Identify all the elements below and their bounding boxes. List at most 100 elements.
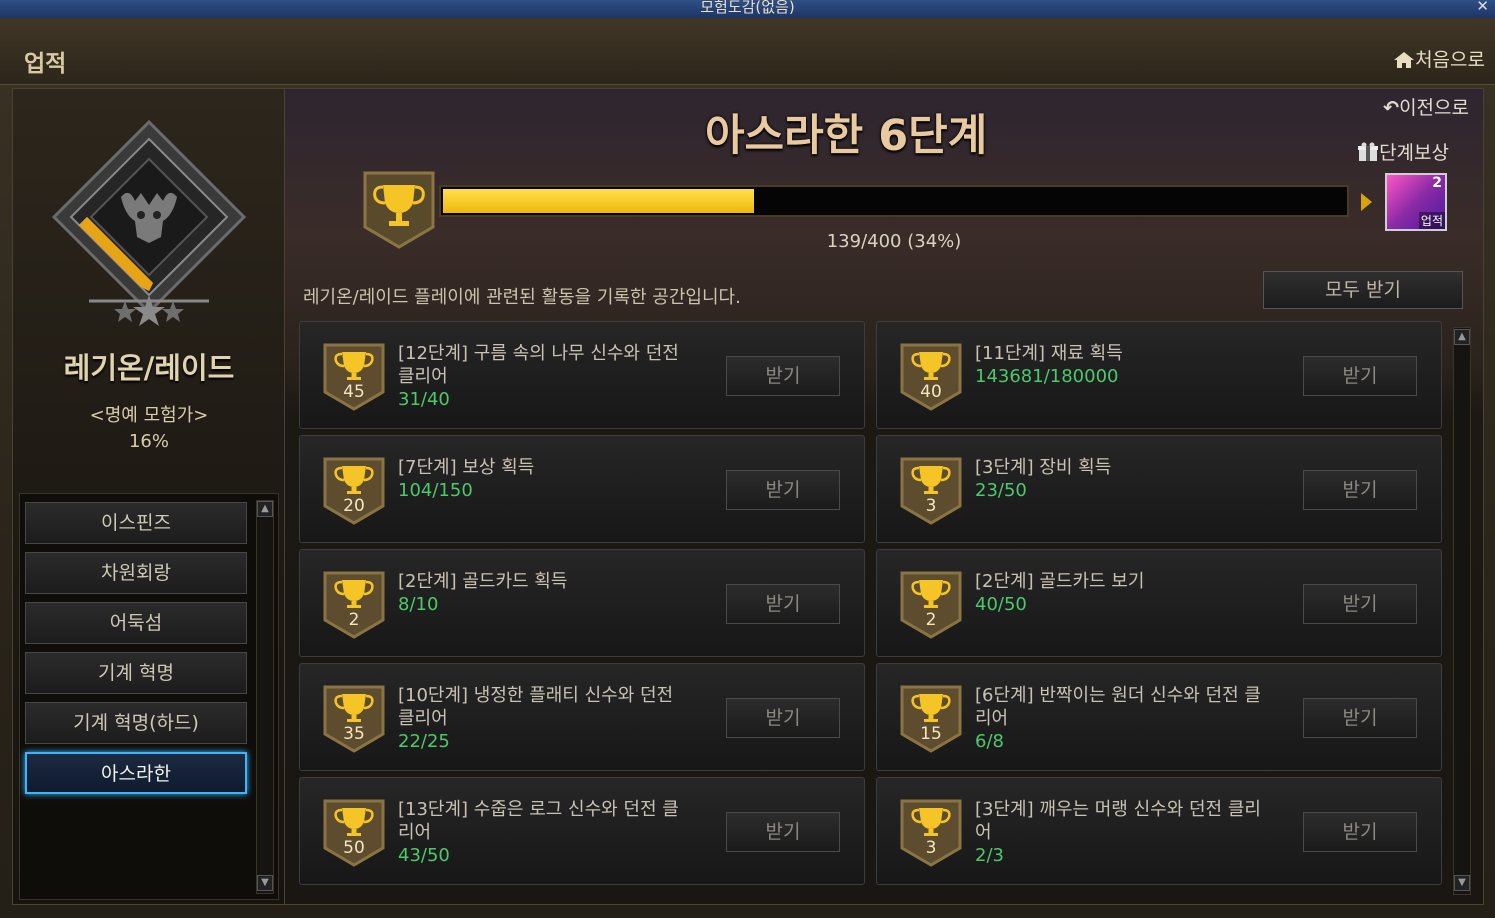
achievement-card: 20 [7단계] 보상 획득 104/150 받기 xyxy=(299,435,865,543)
category-emblem-icon xyxy=(49,117,249,341)
scroll-up-icon[interactable]: ▲ xyxy=(257,501,273,517)
achievement-points: 2 xyxy=(348,610,360,630)
home-label: 처음으로 xyxy=(1415,49,1485,71)
achievement-progress: 6/8 xyxy=(975,731,1004,752)
gift-icon xyxy=(1358,142,1379,161)
achievement-trophy-icon: 35 xyxy=(322,684,386,754)
achievement-title-block: [2단계] 골드카드 획득 8/10 xyxy=(398,570,688,616)
sidebar-item-ispinz[interactable]: 이스핀즈 xyxy=(25,502,247,544)
sidebar-item-machine-revolution-hard[interactable]: 기계 혁명(하드) xyxy=(25,702,247,744)
achievement-title: [12단계] 구름 속의 나무 신수와 던전 클리어 xyxy=(398,343,679,387)
scroll-down-icon[interactable]: ▼ xyxy=(257,875,273,891)
back-button[interactable]: ↶이전으로 xyxy=(1383,93,1469,120)
achievement-title: [3단계] 깨우는 머랭 신수와 던전 클리어 xyxy=(975,799,1261,843)
sidebar-list: 이스핀즈 차원회랑 어둑섬 기계 혁명 기계 혁명(하드) 아스라한 ▲ ▼ xyxy=(19,493,279,900)
receive-button[interactable]: 받기 xyxy=(1303,356,1417,396)
scroll-up-icon[interactable]: ▲ xyxy=(1454,329,1470,345)
progress-arrow-icon xyxy=(1361,193,1372,211)
page-title: 업적 xyxy=(24,51,67,77)
achievement-title: [11단계] 재료 획득 xyxy=(975,343,1123,364)
achievement-trophy-icon: 2 xyxy=(899,570,963,640)
receive-button[interactable]: 받기 xyxy=(726,356,840,396)
achievement-progress: 2/3 xyxy=(975,845,1004,866)
achievement-card: 45 [12단계] 구름 속의 나무 신수와 던전 클리어 31/40 받기 xyxy=(299,321,865,429)
window-title: 모험도감(없음) xyxy=(700,0,795,16)
achievement-title: [6단계] 반짝이는 원더 신수와 던전 클리어 xyxy=(975,685,1261,729)
category-description: 레기온/레이드 플레이에 관련된 활동을 기록한 공간입니다. xyxy=(303,287,741,308)
achievement-card: 3 [3단계] 깨우는 머랭 신수와 던전 클리어 2/3 받기 xyxy=(876,777,1442,885)
receive-button[interactable]: 받기 xyxy=(1303,812,1417,852)
achievement-trophy-icon: 45 xyxy=(322,342,386,412)
achievement-title-block: [3단계] 장비 획득 23/50 xyxy=(975,456,1265,502)
achievement-card: 50 [13단계] 수줍은 로그 신수와 던전 클리어 43/50 받기 xyxy=(299,777,865,885)
achievement-title-block: [6단계] 반짝이는 원더 신수와 던전 클리어 6/8 xyxy=(975,684,1265,753)
receive-button[interactable]: 받기 xyxy=(1303,698,1417,738)
achievement-title: [3단계] 장비 획득 xyxy=(975,457,1112,478)
achievement-title-block: [12단계] 구름 속의 나무 신수와 던전 클리어 31/40 xyxy=(398,342,688,411)
home-button[interactable]: 처음으로 xyxy=(1393,45,1485,72)
achievement-trophy-icon: 50 xyxy=(322,798,386,868)
achievement-grid: 45 [12단계] 구름 속의 나무 신수와 던전 클리어 31/40 받기 40 [11… xyxy=(295,321,1450,897)
stage-reward-button[interactable]: 단계보상 xyxy=(1357,138,1449,165)
achievement-title-block: [7단계] 보상 획득 104/150 xyxy=(398,456,688,502)
sidebar-scrollbar[interactable] xyxy=(256,500,274,894)
sidebar-item-machine-revolution[interactable]: 기계 혁명 xyxy=(25,652,247,694)
achievement-trophy-icon: 2 xyxy=(322,570,386,640)
stage-reward-item[interactable]: 2 업적 xyxy=(1385,173,1447,231)
receive-button[interactable]: 받기 xyxy=(726,812,840,852)
stage-progress-bar xyxy=(439,185,1349,217)
achievement-trophy-icon: 20 xyxy=(322,456,386,526)
achievement-title-block: [13단계] 수줍은 로그 신수와 던전 클리어 43/50 xyxy=(398,798,688,867)
achievement-points: 2 xyxy=(925,610,937,630)
achievement-progress: 8/10 xyxy=(398,594,439,615)
category-title: 레기온/레이드 xyxy=(63,351,235,385)
achievement-card: 3 [3단계] 장비 획득 23/50 받기 xyxy=(876,435,1442,543)
achievement-points: 15 xyxy=(920,724,942,744)
reward-count: 2 xyxy=(1432,175,1442,191)
achievement-title: [2단계] 골드카드 보기 xyxy=(975,571,1145,592)
stage-progress-text: 139/400 (34%) xyxy=(826,231,962,252)
window-titlebar: 모험도감(없음) ✕ xyxy=(0,0,1495,19)
receive-button[interactable]: 받기 xyxy=(726,584,840,624)
achievement-trophy-icon: 3 xyxy=(899,798,963,868)
achievement-progress: 40/50 xyxy=(975,594,1027,615)
close-icon[interactable]: ✕ xyxy=(1476,0,1489,15)
trophy-icon xyxy=(361,169,437,251)
receive-button[interactable]: 받기 xyxy=(726,698,840,738)
achievement-card: 2 [2단계] 골드카드 보기 40/50 받기 xyxy=(876,549,1442,657)
stage-reward-label: 단계보상 xyxy=(1379,142,1449,164)
achievement-progress: 43/50 xyxy=(398,845,450,866)
achievement-main-panel: 아스라한 6단계 ↶이전으로 단계보상 2 업적 139/400 (34%) 레… xyxy=(284,88,1484,905)
stage-title: 아스라한 6단계 xyxy=(705,111,988,161)
header xyxy=(0,18,1495,85)
achievement-scrollbar[interactable] xyxy=(1453,327,1471,895)
achievement-progress: 104/150 xyxy=(398,480,473,501)
achievement-progress: 22/25 xyxy=(398,731,450,752)
category-honor-title: <명예 모험가> xyxy=(89,405,209,426)
achievement-trophy-icon: 15 xyxy=(899,684,963,754)
achievement-trophy-icon: 3 xyxy=(899,456,963,526)
back-label: 이전으로 xyxy=(1399,97,1469,119)
achievement-title-block: [10단계] 냉정한 플래티 신수와 던전 클리어 22/25 xyxy=(398,684,688,753)
back-arrow-icon: ↶ xyxy=(1383,97,1400,119)
achievement-points: 20 xyxy=(343,496,365,516)
achievement-points: 35 xyxy=(343,724,365,744)
receive-all-button[interactable]: 모두 받기 xyxy=(1263,271,1463,309)
sidebar-item-dark-island[interactable]: 어둑섬 xyxy=(25,602,247,644)
achievement-points: 40 xyxy=(920,382,942,402)
sidebar-item-asrahan[interactable]: 아스라한 xyxy=(25,752,247,794)
achievement-points: 50 xyxy=(343,838,365,858)
achievement-title: [13단계] 수줍은 로그 신수와 던전 클리어 xyxy=(398,799,679,843)
receive-button[interactable]: 받기 xyxy=(1303,584,1417,624)
achievement-title-block: [2단계] 골드카드 보기 40/50 xyxy=(975,570,1265,616)
receive-button[interactable]: 받기 xyxy=(726,470,840,510)
achievement-card: 15 [6단계] 반짝이는 원더 신수와 던전 클리어 6/8 받기 xyxy=(876,663,1442,771)
category-percent: 16% xyxy=(128,431,169,452)
achievement-points: 45 xyxy=(343,382,365,402)
achievement-card: 35 [10단계] 냉정한 플래티 신수와 던전 클리어 22/25 받기 xyxy=(299,663,865,771)
receive-button[interactable]: 받기 xyxy=(1303,470,1417,510)
scroll-down-icon[interactable]: ▼ xyxy=(1454,875,1470,891)
achievement-title: [7단계] 보상 획득 xyxy=(398,457,535,478)
achievement-progress: 31/40 xyxy=(398,389,450,410)
sidebar-item-dimension-corridor[interactable]: 차원회랑 xyxy=(25,552,247,594)
